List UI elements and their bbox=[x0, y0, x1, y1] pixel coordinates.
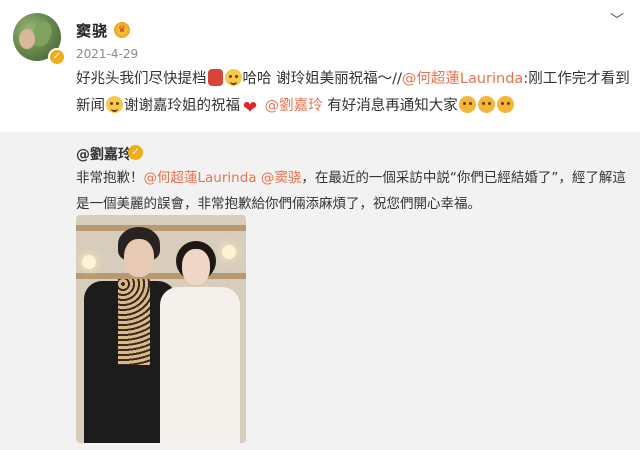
member-badge-icon[interactable]: ♛ bbox=[114, 22, 130, 38]
avatar-face-decor bbox=[19, 29, 35, 49]
person-left-scarf bbox=[118, 279, 150, 365]
post-date[interactable]: 2021-4-29 bbox=[76, 47, 138, 61]
grumpy-emoji-icon bbox=[458, 96, 476, 113]
repost-text: 非常抱歉！@何超蓮Laurinda @窦骁，在最近的一個采訪中説“你們已經結婚了… bbox=[76, 165, 632, 217]
post-text-part: 哈哈 谢玲姐美丽祝福～// bbox=[242, 71, 402, 87]
mention-link[interactable]: @窦骁 bbox=[261, 170, 302, 186]
heart-emoji-icon: ❤ bbox=[242, 98, 258, 118]
post-text-part: 新闻 bbox=[76, 98, 105, 114]
person-right-face bbox=[182, 249, 210, 285]
sweat-smile-emoji-icon bbox=[106, 96, 123, 113]
grumpy-emoji-icon bbox=[477, 96, 495, 113]
verified-badge-icon: ✓ bbox=[48, 48, 66, 66]
repost-text-part: 非常抱歉！ bbox=[76, 170, 144, 186]
verified-badge-icon: ✓ bbox=[128, 145, 143, 160]
red-envelope-emoji-icon bbox=[207, 69, 223, 86]
repost-author[interactable]: @劉嘉玲 bbox=[76, 144, 132, 164]
laugh-emoji-icon bbox=[224, 69, 242, 86]
photo-light-decor bbox=[82, 255, 96, 269]
person-left-face bbox=[124, 239, 154, 277]
photo-shelf-decor bbox=[76, 273, 246, 279]
reposted-content[interactable]: @劉嘉玲 ✓ 非常抱歉！@何超蓮Laurinda @窦骁，在最近的一個采訪中説“… bbox=[0, 132, 640, 450]
chevron-down-icon[interactable]: ﹀ bbox=[610, 10, 624, 30]
post-username[interactable]: 窦骁 bbox=[76, 20, 108, 41]
mention-link[interactable]: @何超蓮Laurinda bbox=[402, 71, 523, 87]
photo-light-decor bbox=[222, 245, 236, 259]
post-text-part: 有好消息再通知大家 bbox=[322, 98, 458, 114]
photo-shelf-decor bbox=[76, 225, 246, 231]
weibo-post: ✓ 窦骁 ♛ 2021-4-29 ﹀ 好兆头我们尽快提档 哈哈 谢玲姐美丽祝福～/… bbox=[0, 0, 640, 132]
post-photo[interactable] bbox=[76, 215, 246, 443]
post-text: 好兆头我们尽快提档 哈哈 谢玲姐美丽祝福～//@何超蓮Laurinda:刚工作完才… bbox=[76, 66, 636, 120]
grumpy-emoji-icon bbox=[496, 96, 514, 113]
person-right-body bbox=[160, 287, 240, 443]
mention-link[interactable]: @劉嘉玲 bbox=[265, 98, 323, 114]
post-text-part: 好兆头我们尽快提档 bbox=[76, 71, 207, 87]
mention-link[interactable]: @何超蓮Laurinda bbox=[144, 170, 257, 186]
post-text-part: 谢谢嘉玲姐的祝福 bbox=[124, 98, 240, 114]
post-text-part: :刚工作完才看到 bbox=[523, 71, 630, 87]
